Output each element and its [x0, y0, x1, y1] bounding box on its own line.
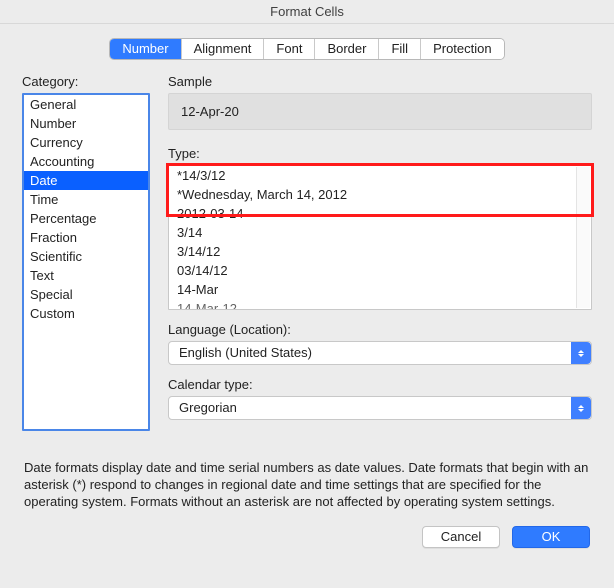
sample-label: Sample [168, 74, 592, 89]
category-item-scientific[interactable]: Scientific [24, 247, 148, 266]
calendar-select[interactable]: Gregorian [168, 396, 592, 420]
sample-value: 12-Apr-20 [168, 93, 592, 130]
category-label: Category: [22, 74, 150, 89]
tab-number[interactable]: Number [110, 39, 181, 59]
type-item[interactable]: *14/3/12 [169, 166, 591, 185]
language-label: Language (Location): [168, 322, 592, 337]
ok-button[interactable]: OK [512, 526, 590, 548]
type-item[interactable]: 3/14/12 [169, 242, 591, 261]
tab-border[interactable]: Border [315, 39, 379, 59]
category-item-time[interactable]: Time [24, 190, 148, 209]
category-item-percentage[interactable]: Percentage [24, 209, 148, 228]
category-list[interactable]: General Number Currency Accounting Date … [22, 93, 150, 431]
tab-alignment[interactable]: Alignment [182, 39, 265, 59]
chevron-updown-icon [571, 397, 591, 419]
category-item-currency[interactable]: Currency [24, 133, 148, 152]
window-title: Format Cells [0, 0, 614, 24]
category-item-special[interactable]: Special [24, 285, 148, 304]
chevron-updown-icon [571, 342, 591, 364]
type-item[interactable]: 3/14 [169, 223, 591, 242]
type-list[interactable]: *14/3/12 *Wednesday, March 14, 2012 2012… [168, 165, 592, 310]
category-item-date[interactable]: Date [24, 171, 148, 190]
category-item-accounting[interactable]: Accounting [24, 152, 148, 171]
category-item-custom[interactable]: Custom [24, 304, 148, 323]
type-item[interactable]: 14-Mar [169, 280, 591, 299]
calendar-label: Calendar type: [168, 377, 592, 392]
tab-fill[interactable]: Fill [379, 39, 421, 59]
tab-group: Number Alignment Font Border Fill Protec… [109, 38, 504, 60]
type-item[interactable]: 2012-03-14 [169, 204, 591, 223]
type-item[interactable]: *Wednesday, March 14, 2012 [169, 185, 591, 204]
category-item-fraction[interactable]: Fraction [24, 228, 148, 247]
language-value: English (United States) [179, 345, 312, 360]
calendar-value: Gregorian [179, 400, 237, 415]
cancel-button[interactable]: Cancel [422, 526, 500, 548]
type-scrollbar[interactable] [576, 167, 590, 308]
category-item-general[interactable]: General [24, 95, 148, 114]
info-text: Date formats display date and time seria… [22, 459, 592, 510]
tab-font[interactable]: Font [264, 39, 315, 59]
type-item[interactable]: 14-Mar-12 [169, 299, 591, 310]
button-row: Cancel OK [22, 526, 592, 548]
language-select[interactable]: English (United States) [168, 341, 592, 365]
type-item[interactable]: 03/14/12 [169, 261, 591, 280]
type-label: Type: [168, 146, 592, 161]
dialog-content: Number Alignment Font Border Fill Protec… [0, 24, 614, 548]
tabs-row: Number Alignment Font Border Fill Protec… [22, 38, 592, 60]
category-item-text[interactable]: Text [24, 266, 148, 285]
tab-protection[interactable]: Protection [421, 39, 504, 59]
category-item-number[interactable]: Number [24, 114, 148, 133]
